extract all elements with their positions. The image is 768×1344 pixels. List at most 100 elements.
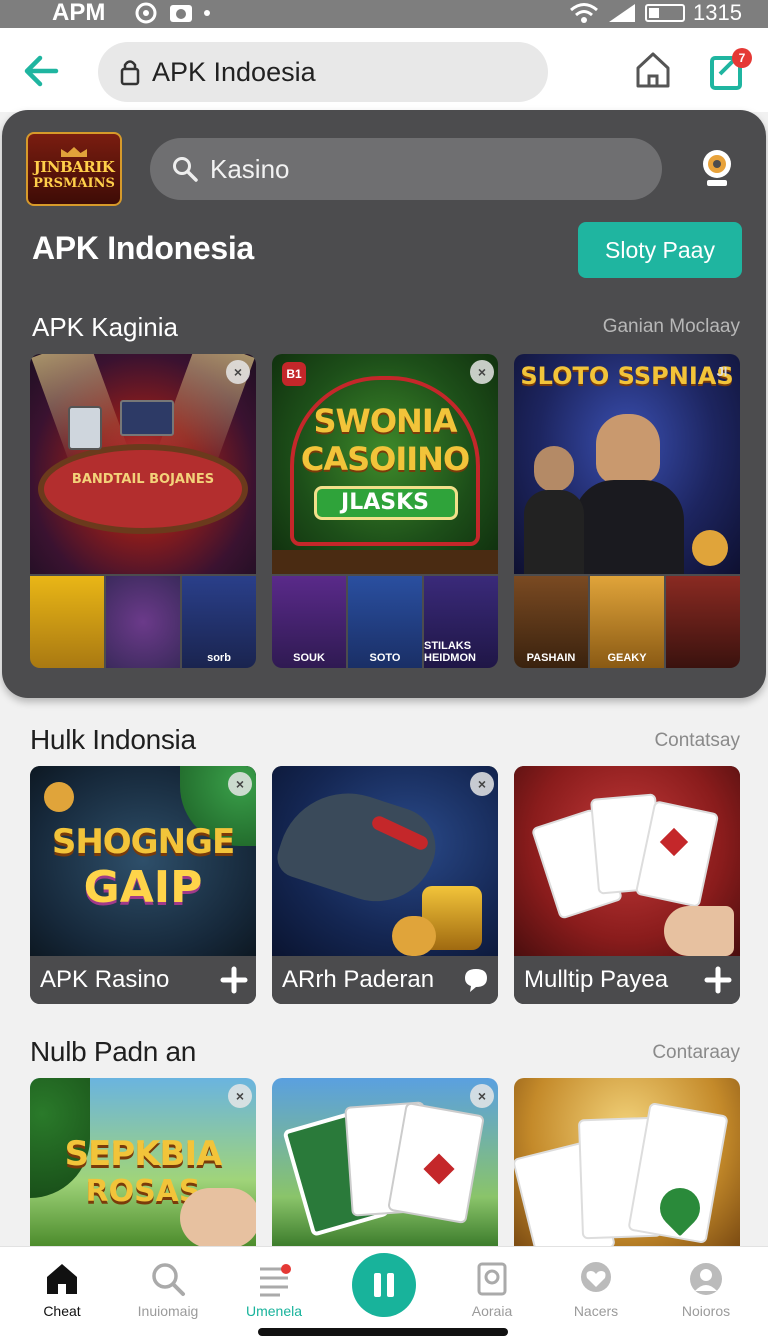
- gear-icon[interactable]: [696, 144, 738, 190]
- thumbnail[interactable]: SOTO: [348, 576, 422, 668]
- game-card[interactable]: [514, 1078, 740, 1248]
- list-icon: [260, 1264, 291, 1297]
- chat-bubble-icon[interactable]: [462, 966, 490, 994]
- section-title: Nulb Padn an: [30, 1036, 197, 1067]
- status-right: 1315: [569, 0, 742, 26]
- dot-icon: [204, 10, 210, 16]
- game-card[interactable]: SHOGNGE GAIP × APK Rasino: [30, 766, 256, 1004]
- thumbnail[interactable]: sorb: [182, 576, 256, 668]
- close-icon[interactable]: ×: [226, 360, 250, 384]
- battery-icon: [645, 4, 686, 22]
- thumb-strip: PASHAIN GEAKY: [514, 576, 740, 668]
- camera-icon: [477, 1262, 507, 1296]
- game-art-title: BANDTAIL BOJANES: [71, 472, 215, 487]
- thumbnail[interactable]: SOUK: [272, 576, 346, 668]
- thumb-strip: sorb: [30, 576, 256, 668]
- nav-item-list[interactable]: Umenela: [224, 1247, 324, 1327]
- nav-item-search[interactable]: Inuiomaig: [118, 1247, 218, 1327]
- home-icon[interactable]: [634, 50, 672, 90]
- thumbnail[interactable]: STILAKS HEIDMON: [424, 576, 498, 668]
- nav-item-home[interactable]: Cheat: [12, 1247, 112, 1327]
- back-arrow-icon[interactable]: [20, 50, 62, 92]
- game-art-title: SHOGNGE: [51, 822, 235, 862]
- nav-item-camera[interactable]: Aoraia: [442, 1247, 542, 1327]
- url-bar[interactable]: APK Indoesia: [98, 42, 548, 102]
- search-icon: [152, 1263, 185, 1296]
- game-art: SLOTO SSPNIAS: [514, 354, 740, 574]
- close-icon[interactable]: ×: [470, 1084, 494, 1108]
- game-art-title: SEPKBIA: [64, 1134, 223, 1174]
- game-card[interactable]: ×: [272, 1078, 498, 1248]
- pause-button[interactable]: [352, 1253, 416, 1317]
- profile-icon: [690, 1263, 722, 1295]
- game-art-title: SLOTO SSPNIAS: [520, 362, 734, 390]
- close-icon[interactable]: ×: [470, 772, 494, 796]
- close-icon[interactable]: ×: [470, 360, 494, 384]
- thumb-strip: SOUK SOTO STILAKS HEIDMON: [272, 576, 498, 668]
- hero-section-title: APK Kaginia: [32, 312, 178, 342]
- search-value: Kasino: [210, 153, 290, 184]
- thumbnail[interactable]: GEAKY: [590, 576, 664, 668]
- hero-game-card[interactable]: SWONIA CASOIINO JLASKS B1 × SOUK SOTO ST…: [272, 354, 498, 668]
- corner-badge: B1: [282, 362, 306, 386]
- logo-line-1: JINBARIK: [33, 158, 115, 176]
- battery-level: 1315: [693, 0, 742, 25]
- url-text: APK Indoesia: [152, 56, 316, 87]
- status-notification-icons: [133, 2, 211, 24]
- game-art: [514, 766, 740, 956]
- nav-label: Umenela: [245, 1303, 303, 1319]
- game-art: BANDTAIL BOJANES: [30, 354, 256, 574]
- hero-game-card[interactable]: SLOTO SSPNIAS JI PASHAIN GEAKY: [514, 354, 740, 668]
- hero-game-card[interactable]: BANDTAIL BOJANES × sorb: [30, 354, 256, 668]
- nav-label: Aoraia: [471, 1303, 513, 1319]
- section-title: Hulk Indonsia: [30, 724, 196, 755]
- home-indicator[interactable]: [258, 1328, 508, 1336]
- thumbnail[interactable]: [30, 576, 104, 668]
- game-art: SHOGNGE GAIP: [30, 766, 256, 956]
- game-art-subtitle: GAIP: [83, 862, 203, 913]
- game-art-subtitle: JLASKS: [341, 490, 429, 515]
- game-art-title: SWONIA CASOIINO: [300, 402, 470, 478]
- nav-item-profile[interactable]: Noioros: [656, 1247, 756, 1327]
- heart-icon: [581, 1262, 611, 1292]
- nav-item-favorites[interactable]: Nacers: [546, 1247, 646, 1327]
- crown-icon: [61, 147, 87, 157]
- camera-status-icon: [170, 5, 192, 22]
- hero-section-link[interactable]: Ganian Moclaay: [603, 316, 740, 338]
- section-link[interactable]: Contatsay: [654, 730, 740, 752]
- pause-icon: [374, 1273, 394, 1297]
- play-button[interactable]: Sloty Paay: [578, 222, 742, 278]
- close-icon[interactable]: ×: [228, 1084, 252, 1108]
- plus-icon[interactable]: [704, 966, 732, 994]
- game-art: SWONIA CASOIINO JLASKS: [272, 354, 498, 574]
- game-card[interactable]: SEPKBIA ROSAS ×: [30, 1078, 256, 1248]
- section-link[interactable]: Contaraay: [652, 1042, 740, 1064]
- signal-icon: [609, 4, 636, 22]
- search-input[interactable]: Kasino: [150, 138, 662, 200]
- lock-icon: [120, 60, 140, 86]
- close-icon[interactable]: ×: [228, 772, 252, 796]
- hero-panel: JINBARIK PRSMAINS Kasino APK Indonesia S…: [2, 110, 766, 698]
- nav-label: Cheat: [43, 1303, 81, 1319]
- home-icon: [47, 1264, 77, 1294]
- hero-title: APK Indonesia: [32, 230, 254, 266]
- thumbnail[interactable]: PASHAIN: [514, 576, 588, 668]
- tab-count-badge: 7: [732, 48, 752, 68]
- status-bar: APM 1315: [0, 0, 768, 28]
- game-card[interactable]: × ARrh Paderan: [272, 766, 498, 1004]
- site-logo[interactable]: JINBARIK PRSMAINS: [26, 132, 122, 206]
- search-icon: [173, 157, 198, 182]
- logo-line-2: PRSMAINS: [33, 176, 115, 191]
- status-time: APM: [52, 0, 106, 26]
- nav-label: Nacers: [573, 1303, 619, 1319]
- notification-icon: [135, 2, 157, 24]
- wifi-icon: [570, 3, 599, 23]
- game-art: [272, 766, 498, 956]
- thumbnail[interactable]: [666, 576, 740, 668]
- nav-label: Inuiomaig: [137, 1303, 199, 1319]
- nav-label: Noioros: [681, 1303, 731, 1319]
- thumbnail[interactable]: [106, 576, 180, 668]
- corner-badge: JI: [716, 364, 728, 379]
- plus-icon[interactable]: [220, 966, 248, 994]
- game-card[interactable]: Mulltip Payea: [514, 766, 740, 1004]
